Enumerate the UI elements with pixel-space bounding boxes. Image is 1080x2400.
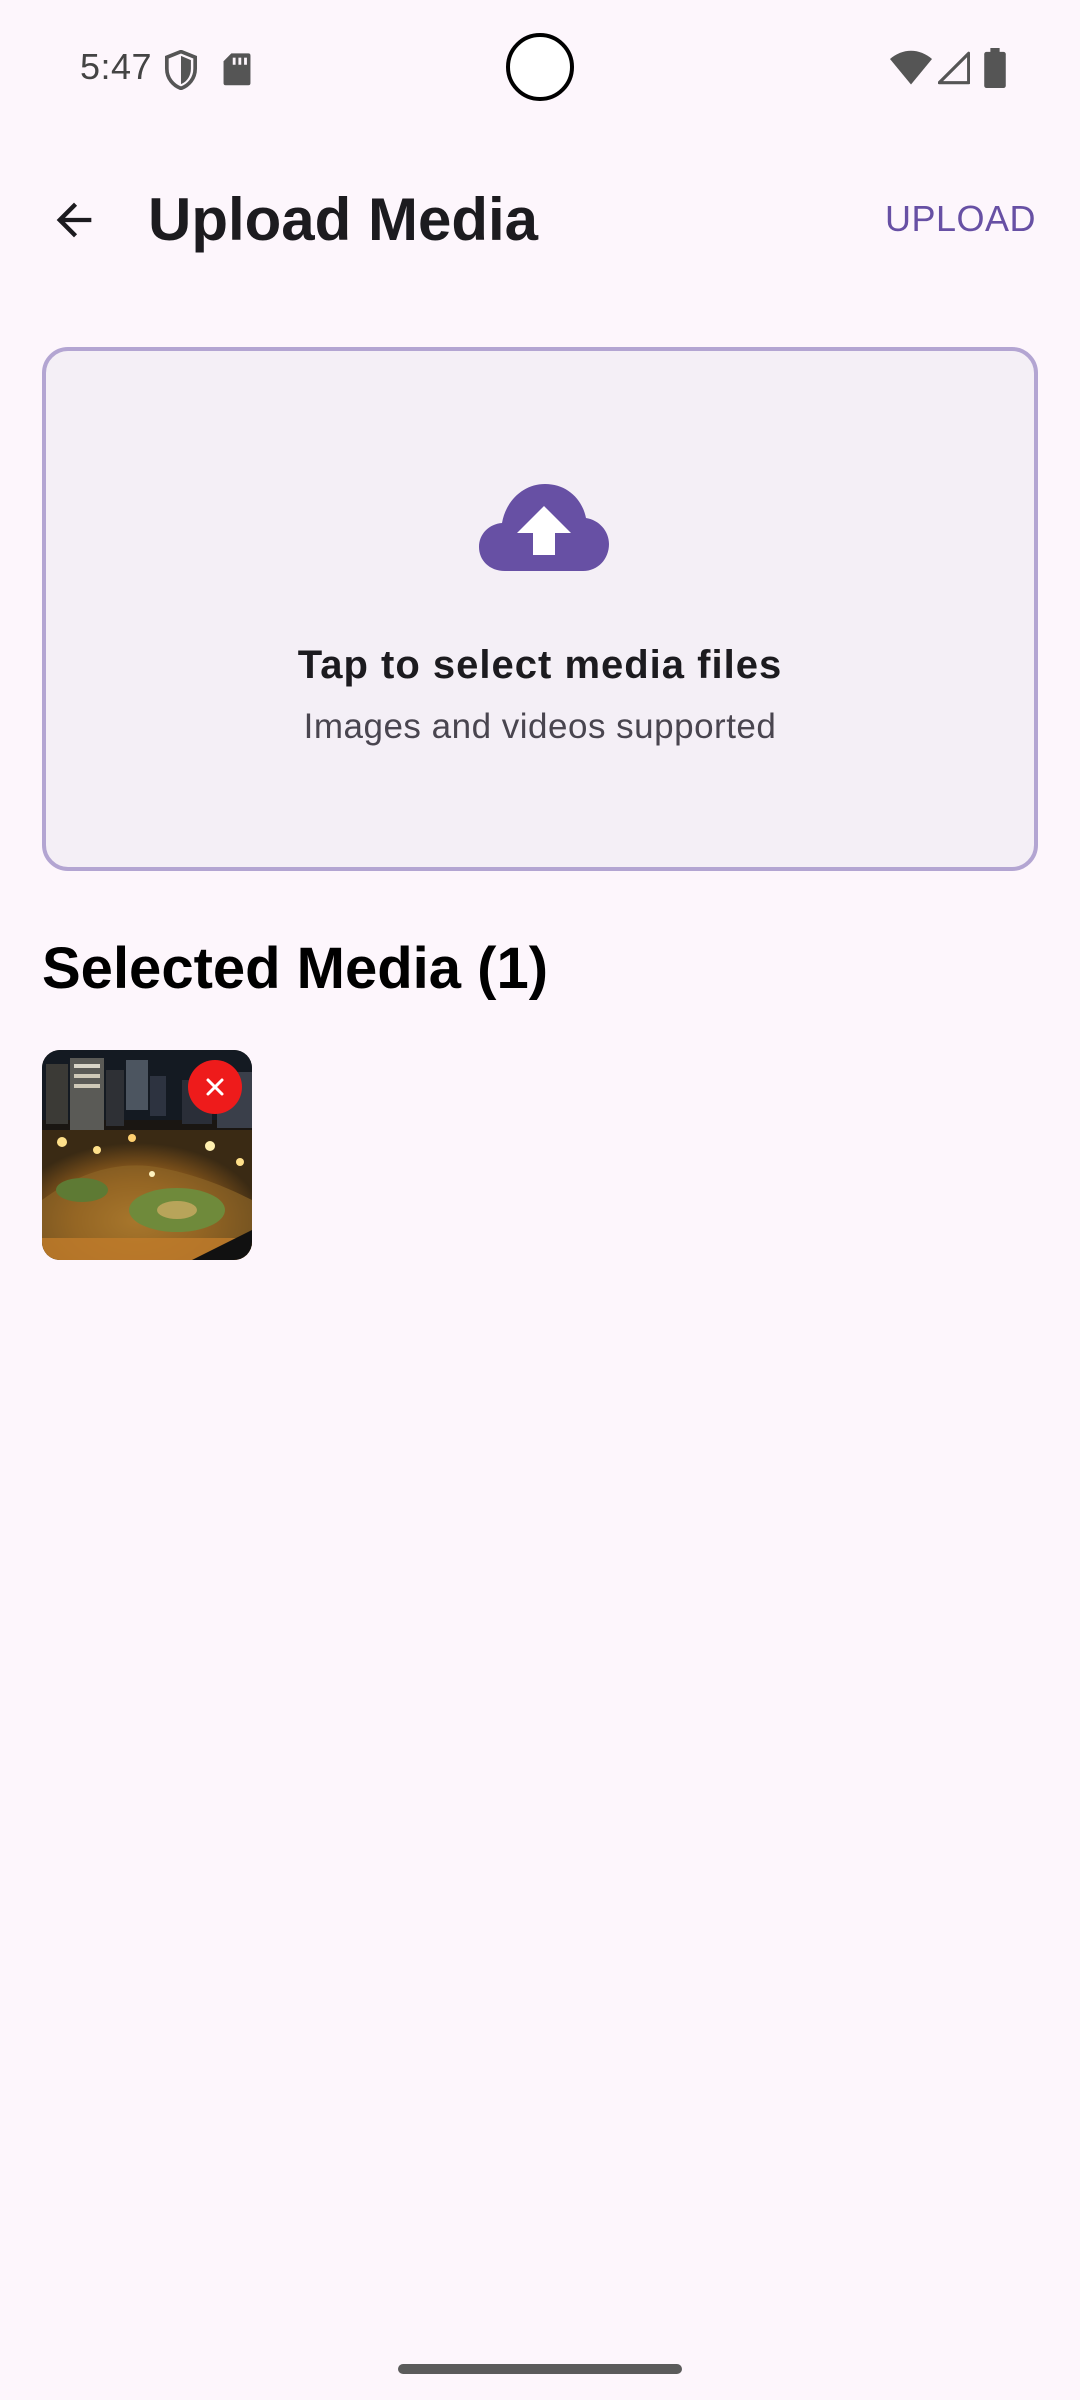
close-icon bbox=[206, 1078, 224, 1096]
status-bar: 5:47 bbox=[0, 0, 1080, 135]
gesture-nav-handle[interactable] bbox=[398, 2364, 682, 2374]
sd-card-icon bbox=[223, 53, 251, 86]
media-picker-dropzone[interactable]: Tap to select media files Images and vid… bbox=[42, 347, 1038, 871]
cloud-upload-icon bbox=[479, 484, 609, 571]
upload-button[interactable]: UPLOAD bbox=[885, 198, 1036, 240]
page-title: Upload Media bbox=[148, 186, 539, 253]
dropzone-title: Tap to select media files bbox=[297, 643, 783, 687]
cell-signal-icon bbox=[938, 51, 970, 85]
status-time: 5:47 bbox=[80, 46, 153, 87]
top-app-bar: Upload Media UPLOAD bbox=[0, 160, 1080, 280]
dropzone-subtitle: Images and videos supported bbox=[303, 707, 777, 746]
camera-cutout bbox=[506, 33, 574, 101]
back-button[interactable] bbox=[36, 182, 112, 258]
shield-icon bbox=[164, 50, 198, 90]
remove-media-button[interactable] bbox=[188, 1060, 242, 1114]
selected-media-title: Selected Media (1) bbox=[42, 936, 549, 1001]
wifi-icon bbox=[890, 50, 932, 85]
battery-icon bbox=[984, 48, 1006, 88]
arrow-back-icon bbox=[56, 202, 92, 238]
